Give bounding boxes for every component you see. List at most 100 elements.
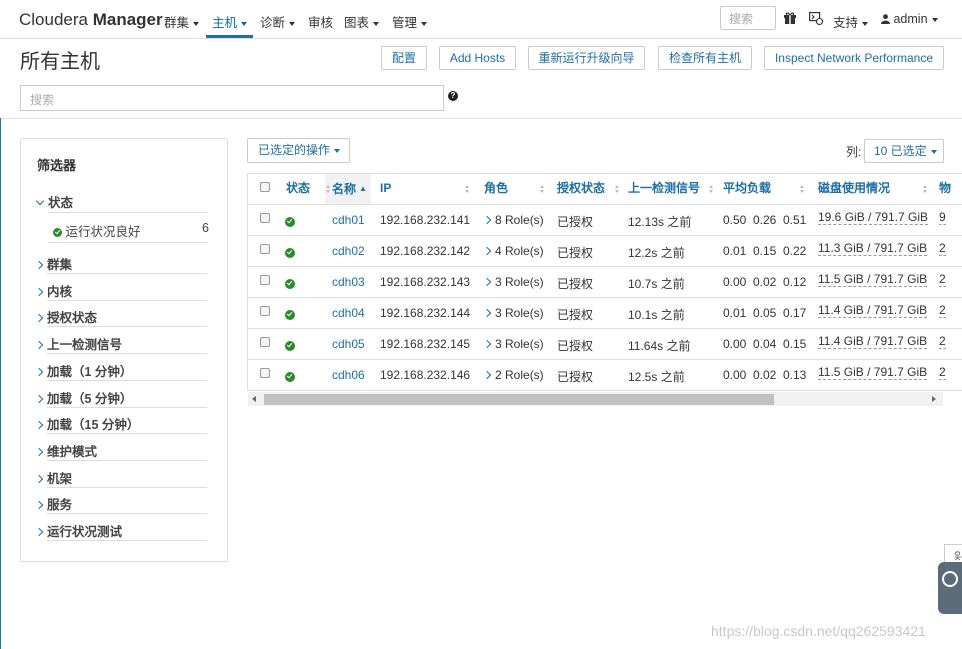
scrollbar-thumb[interactable] [264,394,774,405]
filter-section-status[interactable]: 状态 [35,192,209,211]
filter-section-item[interactable]: 维护模式 [34,441,208,460]
host-name-link[interactable]: cdh06 [332,368,365,382]
filter-section-item[interactable]: 服务 [34,494,208,513]
host-ip: 192.168.232.145 [380,337,471,351]
divider [47,273,207,274]
row-checkbox[interactable] [260,368,270,378]
chevron-right-icon [34,394,44,404]
physical-memory-value[interactable]: 2 [939,272,946,287]
check-circle-icon [53,228,62,237]
nav-item-administration[interactable]: 管理 [392,12,428,31]
nav-item-diagnostics[interactable]: 诊断 [260,12,296,31]
scroll-left-arrow-icon[interactable] [252,396,256,402]
column-header-disk-usage[interactable]: 磁盘使用情况 [818,174,930,205]
filter-section-item[interactable]: 授权状态 [34,307,208,326]
load-5min: 0.15 [753,244,777,258]
inspect-network-performance-button[interactable]: Inspect Network Performance [764,46,944,70]
roles-toggle[interactable]: 3 Role(s) [482,337,544,351]
hosts-search-input[interactable]: 搜索 [20,85,444,111]
load-5min: 0.05 [753,306,777,320]
roles-toggle[interactable]: 2 Role(s) [482,368,544,382]
host-name-link[interactable]: cdh02 [332,244,365,258]
divider [48,212,208,213]
chevron-right-icon [482,246,492,256]
column-header-name[interactable]: 名称 ▲ [332,174,367,205]
side-widget[interactable] [938,562,962,614]
host-name-link[interactable]: cdh01 [332,213,365,227]
roles-toggle[interactable]: 3 Role(s) [482,306,544,320]
filter-section-item[interactable]: 机架 [34,468,208,487]
roles-toggle[interactable]: 8 Role(s) [482,213,544,227]
last-heartbeat: 12.2s 之前 [628,246,685,260]
row-checkbox[interactable] [260,275,270,285]
physical-memory-value[interactable]: 2 [939,303,946,318]
filter-item-good-health[interactable]: 运行状况良好 6 [53,221,209,240]
user-menu[interactable]: admin [881,12,938,27]
host-name-link[interactable]: cdh04 [332,306,365,320]
filter-section-item[interactable]: 上一检测信号 [34,334,208,353]
column-header-last-heartbeat[interactable]: 上一检测信号 [628,174,715,205]
inspect-all-hosts-button[interactable]: 检查所有主机 [658,46,752,70]
nav-search-input[interactable]: 搜索 [720,6,776,30]
disk-usage-bar[interactable]: 11.5 GiB / 791.7 GiB [818,272,928,287]
row-checkbox[interactable] [260,244,270,254]
host-name-link[interactable]: cdh05 [332,337,365,351]
column-header-status[interactable]: 状态 [286,174,330,205]
support-menu[interactable]: 支持 [833,12,869,31]
auth-status: 已授权 [557,308,594,322]
host-name-link[interactable]: cdh03 [332,275,365,289]
column-header-auth-status[interactable]: 授权状态 [557,174,622,205]
select-all-checkbox[interactable] [260,182,270,192]
filter-section-item[interactable]: 运行状况测试 [34,521,208,540]
disk-usage-bar[interactable]: 11.4 GiB / 791.7 GiB [818,334,928,349]
filter-section-item[interactable]: 加载（5 分钟） [34,388,208,407]
column-header-ip[interactable]: IP [380,174,472,205]
load-1min: 0.00 [723,275,747,289]
page-title: 所有主机 [20,51,100,73]
disk-usage-bar[interactable]: 11.5 GiB / 791.7 GiB [818,365,928,380]
running-commands-icon[interactable] [809,12,824,28]
physical-memory-value[interactable]: 9 [939,210,946,225]
chevron-down-icon [241,21,248,26]
nav-item-charts[interactable]: 图表 [344,12,380,31]
filter-section-item[interactable]: 群集 [34,254,208,273]
filter-section-item[interactable]: 内核 [34,281,208,300]
filter-section-item[interactable]: 加载（15 分钟） [34,414,208,433]
roles-toggle[interactable]: 3 Role(s) [482,275,544,289]
help-icon[interactable]: ? [448,91,458,101]
add-hosts-button[interactable]: Add Hosts [439,46,516,70]
rerun-upgrade-wizard-button[interactable]: 重新运行升级向导 [528,46,645,70]
scroll-right-arrow-icon[interactable] [932,396,936,402]
row-checkbox[interactable] [260,337,270,347]
nav-item-hosts[interactable]: 主机 [212,12,248,31]
divider [47,460,207,461]
roles-toggle[interactable]: 4 Role(s) [482,244,544,258]
configuration-button[interactable]: 配置 [381,46,427,70]
disk-usage-bar[interactable]: 11.3 GiB / 791.7 GiB [818,241,928,256]
chevron-right-icon [482,215,492,225]
row-checkbox[interactable] [260,213,270,223]
selected-actions-dropdown[interactable]: 已选定的操作 [247,138,350,163]
divider [48,242,208,243]
row-checkbox[interactable] [260,306,270,316]
disk-usage-bar[interactable]: 19.6 GiB / 791.7 GiB [818,210,929,225]
physical-memory-value[interactable]: 2 [939,334,946,349]
nav-item-clusters[interactable]: 群集 [164,12,200,31]
column-header-physical-memory[interactable]: 物 [939,174,951,205]
divider [47,513,207,514]
brand-logo[interactable]: Cloudera Manager [19,10,163,30]
columns-selector-dropdown[interactable]: 10 已选定 [864,139,944,163]
chevron-down-icon [421,21,428,26]
filter-section-item[interactable]: 加载（1 分钟） [34,361,208,380]
column-header-load-average[interactable]: 平均负载 [723,174,807,205]
physical-memory-value[interactable]: 2 [939,365,946,380]
chevron-right-icon [34,420,44,430]
disk-usage-bar[interactable]: 11.4 GiB / 791.7 GiB [818,303,928,318]
load-5min: 0.02 [753,368,777,382]
auth-status: 已授权 [557,277,594,291]
chevron-right-icon [482,308,492,318]
physical-memory-value[interactable]: 2 [939,241,946,256]
gift-icon[interactable] [784,12,796,28]
nav-item-audits[interactable]: 审核 [308,12,333,31]
column-header-roles[interactable]: 角色 [484,174,546,205]
